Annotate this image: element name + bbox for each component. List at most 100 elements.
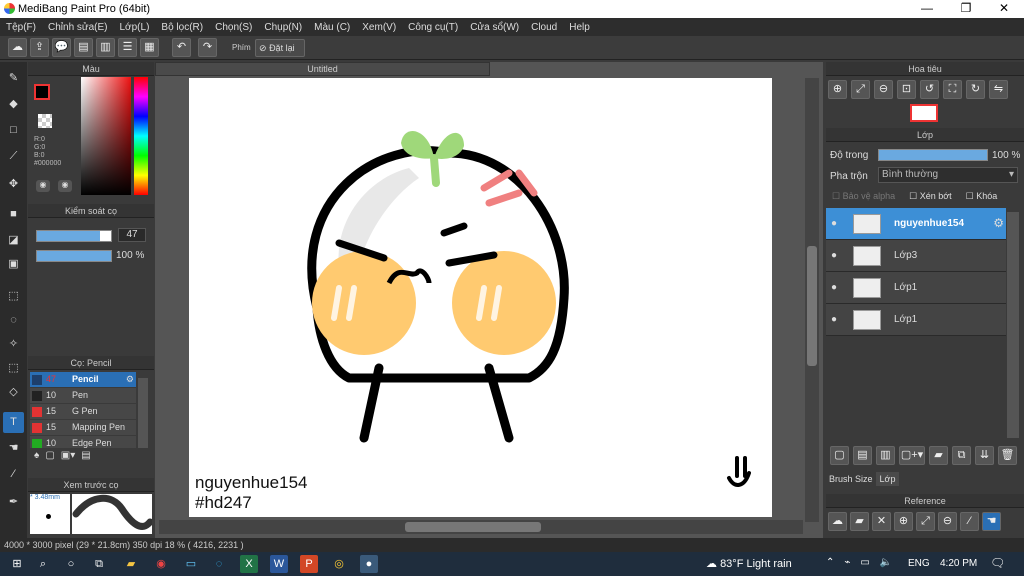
horizontal-scrollbar[interactable] [159, 520, 803, 534]
new-halftone-layer-icon[interactable]: ▤ [853, 446, 872, 465]
battery-icon[interactable]: ▭ [860, 557, 869, 568]
menu-help[interactable]: Help [569, 22, 590, 33]
upload-icon[interactable]: ☁ [828, 512, 847, 531]
page-icon[interactable]: ▤ [74, 38, 93, 57]
network-icon[interactable]: ⌁ [844, 557, 850, 568]
gradient-tool-icon[interactable]: ▣ [3, 254, 24, 275]
magic-wand-icon[interactable]: ✧ [3, 334, 24, 355]
document-tab[interactable]: Untitled [155, 62, 490, 76]
navigator-thumbnail[interactable] [910, 104, 938, 122]
clock[interactable]: 4:20 PM [940, 558, 977, 569]
search-icon[interactable]: ⌕ [34, 555, 52, 573]
menu-edit[interactable]: Chỉnh sửa(E) [48, 22, 108, 33]
layer-row[interactable]: ● Lớp1 [826, 272, 1006, 304]
menu-cloud[interactable]: Cloud [531, 22, 557, 33]
chevron-up-icon[interactable]: ⌃ [826, 557, 834, 568]
fill-rect-tool-icon[interactable]: ■ [3, 204, 24, 225]
grid-icon[interactable]: ▦ [140, 38, 159, 57]
vertical-scrollbar[interactable] [805, 78, 819, 522]
protect-alpha-checkbox[interactable]: ☐ Bảo vệ alpha [832, 191, 895, 202]
lasso-tool-icon[interactable]: ◌ [3, 310, 24, 331]
folder-icon[interactable]: ▰ [929, 446, 948, 465]
chrome-icon[interactable]: ◎ [330, 555, 348, 573]
menu-file[interactable]: Tệp(F) [6, 22, 36, 33]
brush-list-item[interactable]: 15 Mapping Pen [30, 420, 136, 435]
pen-tool-icon[interactable]: ✒ [3, 492, 24, 513]
transparent-swatch[interactable] [38, 114, 52, 128]
word-icon[interactable]: W [270, 555, 288, 573]
saturation-value-picker[interactable] [81, 77, 131, 195]
task-view-icon[interactable]: ⧉ [90, 555, 108, 573]
drawing-canvas[interactable]: nguyenhue154 #hd247 [189, 78, 772, 517]
eraser-tool-icon[interactable]: ◆ [3, 94, 24, 115]
new-8bit-layer-icon[interactable]: ▥ [876, 446, 895, 465]
line-tool-icon[interactable]: ⟋ [3, 146, 24, 167]
ref-dropper-icon[interactable]: ⁄ [960, 512, 979, 531]
tab-brush-size[interactable]: Brush Size [826, 472, 876, 486]
reset-button[interactable]: ⊘ Đặt lại [255, 39, 305, 57]
actual-size-icon[interactable]: ⊡ [897, 80, 916, 99]
pc-icon[interactable]: ▭ [182, 555, 200, 573]
menu-capture[interactable]: Chụp(N) [264, 22, 302, 33]
add-layer-menu-icon[interactable]: ▢+▾ [899, 446, 925, 465]
layer-scrollbar[interactable] [1007, 212, 1019, 438]
menu-tools[interactable]: Công cụ(T) [408, 22, 458, 33]
layer-row[interactable]: ● Lớp1 [826, 304, 1006, 336]
weather-text[interactable]: 83°F Light rain [720, 558, 792, 570]
brush-settings-icon[interactable]: ♠ [34, 450, 39, 461]
tab-layer[interactable]: Lớp [875, 472, 900, 486]
brush-list-item[interactable]: 10 Pen [30, 388, 136, 403]
layer-row[interactable]: ● Lớp3 [826, 240, 1006, 272]
new-layer-icon[interactable]: ▢ [830, 446, 849, 465]
brush-opacity-slider[interactable] [36, 250, 112, 262]
brush-list-item[interactable]: 47 Pencil ⚙ [30, 372, 136, 387]
rotate-right-icon[interactable]: ↻ [966, 80, 985, 99]
redo-icon[interactable]: ↷ [198, 38, 217, 57]
brush-settings-gear-icon[interactable]: ⚙ [126, 372, 134, 387]
minimize-button[interactable]: — [912, 1, 942, 15]
notification-icon[interactable]: 🗨 [990, 556, 1005, 570]
menu-filter[interactable]: Bộ lọc(R) [161, 22, 203, 33]
palette-icon[interactable]: ◉ [36, 180, 50, 192]
document-icon[interactable]: ▥ [96, 38, 115, 57]
cortana-icon[interactable]: ○ [62, 555, 80, 573]
brush-tool-icon[interactable]: ✎ [3, 68, 24, 89]
edge-icon[interactable]: ◌ [210, 555, 228, 573]
brush-list-item[interactable]: 15 G Pen [30, 404, 136, 419]
visibility-eye-icon[interactable]: ● [831, 314, 837, 325]
layer-row[interactable]: ● nguyenhue154 ⚙ [826, 208, 1006, 240]
select-pen-icon[interactable]: ⬚ [3, 358, 24, 379]
medibang-taskbar-icon[interactable]: ● [360, 555, 378, 573]
menu-select[interactable]: Chọn(S) [215, 22, 252, 33]
open-folder-icon[interactable]: ▰ [850, 512, 869, 531]
palette2-icon[interactable]: ◉ [58, 180, 72, 192]
flip-icon[interactable]: ⇋ [989, 80, 1008, 99]
new-brush-icon[interactable]: ▢ [45, 450, 54, 461]
bucket-tool-icon[interactable]: ◪ [3, 230, 24, 251]
powerpoint-icon[interactable]: P [300, 555, 318, 573]
layer-opacity-slider[interactable] [878, 149, 988, 161]
file-explorer-icon[interactable]: ▰ [122, 555, 140, 573]
menu-color[interactable]: Màu (C) [314, 22, 350, 33]
visibility-eye-icon[interactable]: ● [831, 282, 837, 293]
visibility-eye-icon[interactable]: ● [831, 250, 837, 261]
zoom-in-icon[interactable]: ⊕ [828, 80, 847, 99]
windows-start-icon[interactable]: ⊞ [8, 555, 26, 573]
rectangle-tool-icon[interactable]: □ [3, 120, 24, 141]
volume-icon[interactable]: 🔈 [880, 557, 892, 568]
brush-add-icon[interactable]: ▣▾ [61, 450, 75, 461]
excel-icon[interactable]: X [240, 555, 258, 573]
menu-layer[interactable]: Lớp(L) [120, 22, 150, 33]
close-reference-icon[interactable]: ✕ [872, 512, 891, 531]
dropper-tool-icon[interactable]: ⁄ [3, 464, 24, 485]
ref-hand-icon[interactable]: ☚ [982, 512, 1001, 531]
input-language[interactable]: ENG [908, 558, 930, 569]
move-tool-icon[interactable]: ✥ [3, 174, 24, 195]
menu-view[interactable]: Xem(V) [362, 22, 396, 33]
brush-list-item[interactable]: 10 Edge Pen [30, 436, 136, 448]
select-tool-icon[interactable]: ⬚ [3, 286, 24, 307]
menu-window[interactable]: Cửa sổ(W) [470, 22, 519, 33]
brush-size-value[interactable]: 47 [118, 228, 146, 242]
maximize-button[interactable]: ❐ [951, 1, 981, 15]
zoom-out-icon[interactable]: ⊖ [874, 80, 893, 99]
